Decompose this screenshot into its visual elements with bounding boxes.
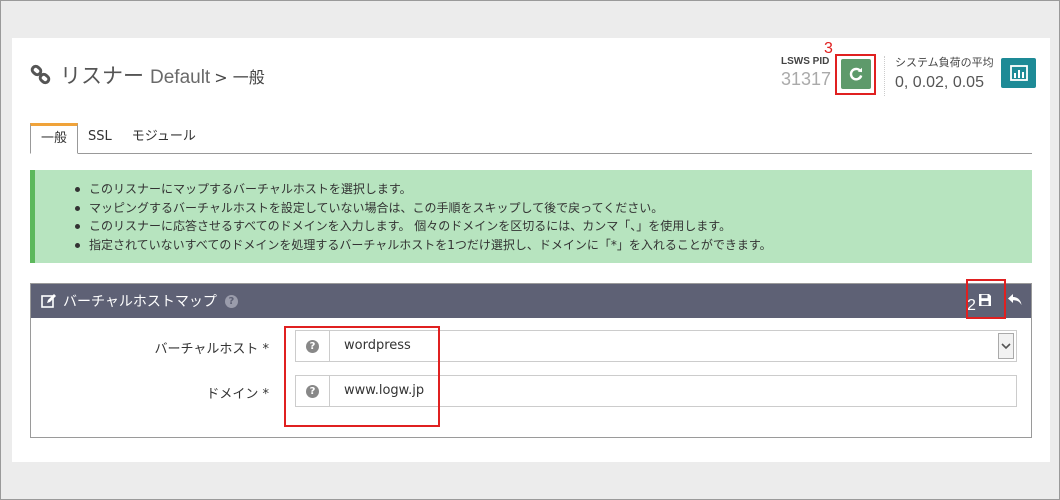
virtual-host-label: バーチャルホスト * — [154, 342, 269, 357]
domain-row: ドメイン * ? www.logw.jp — [31, 375, 1031, 407]
load-label: システム負荷の平均 — [895, 56, 994, 69]
undo-icon[interactable] — [1007, 292, 1023, 308]
virtual-host-map-panel: バーチャルホストマップ ? 2 バーチャルホスト * ? wordpress ド… — [30, 279, 1032, 438]
domain-label: ドメイン * — [206, 387, 269, 402]
restart-button[interactable] — [841, 59, 871, 89]
info-item: 指定されていないすべてのドメインを処理するバーチャルホストを1つだけ選択し、ドメ… — [75, 236, 1032, 255]
listener-name: Default — [150, 67, 211, 88]
virtual-host-row: バーチャルホスト * ? wordpress — [31, 330, 1031, 362]
edit-icon[interactable] — [41, 293, 57, 309]
refresh-icon — [849, 67, 863, 81]
pid-value: 31317 — [781, 69, 832, 89]
load-average: システム負荷の平均 0, 0.02, 0.05 — [895, 54, 994, 92]
bar-chart-icon — [1009, 65, 1028, 81]
header-divider — [884, 56, 885, 96]
main-panel: リスナー Default > 一般 LSWS PID 31317 3 システム負… — [12, 38, 1050, 462]
tab-ssl[interactable]: SSL — [78, 123, 122, 153]
breadcrumb: > 一般 — [214, 68, 265, 87]
annotation-number-3: 3 — [824, 40, 833, 57]
tab-modules[interactable]: モジュール — [122, 123, 206, 153]
help-icon[interactable]: ? — [224, 294, 238, 308]
page-title-text: リスナー — [60, 65, 144, 88]
annotation-box-fields — [284, 326, 440, 427]
virtual-host-map-header: バーチャルホストマップ ? 2 — [31, 279, 1031, 319]
chevron-down-icon[interactable] — [998, 333, 1014, 359]
info-item: このリスナーに応答させるすべてのドメインを入力します。 個々のドメインを区切るに… — [75, 217, 1032, 236]
pid-status: LSWS PID 31317 — [781, 56, 831, 90]
virtual-host-map-title: バーチャルホストマップ — [63, 294, 217, 310]
info-item: マッピングするバーチャルホストを設定していない場合は、この手順をスキップして後で… — [75, 199, 1032, 218]
info-box: このリスナーにマップするバーチャルホストを選択します。 マッピングするバーチャル… — [30, 170, 1032, 263]
info-item: このリスナーにマップするバーチャルホストを選択します。 — [75, 180, 1032, 199]
floppy-disk-icon[interactable] — [978, 293, 992, 307]
load-value: 0, 0.02, 0.05 — [895, 74, 984, 91]
tab-bar: 一般 SSL モジュール — [30, 122, 1032, 154]
real-time-stats-button[interactable] — [1001, 58, 1036, 88]
tab-general[interactable]: 一般 — [30, 123, 79, 154]
link-icon — [30, 64, 51, 85]
page-title: リスナー Default > 一般 — [30, 60, 265, 90]
